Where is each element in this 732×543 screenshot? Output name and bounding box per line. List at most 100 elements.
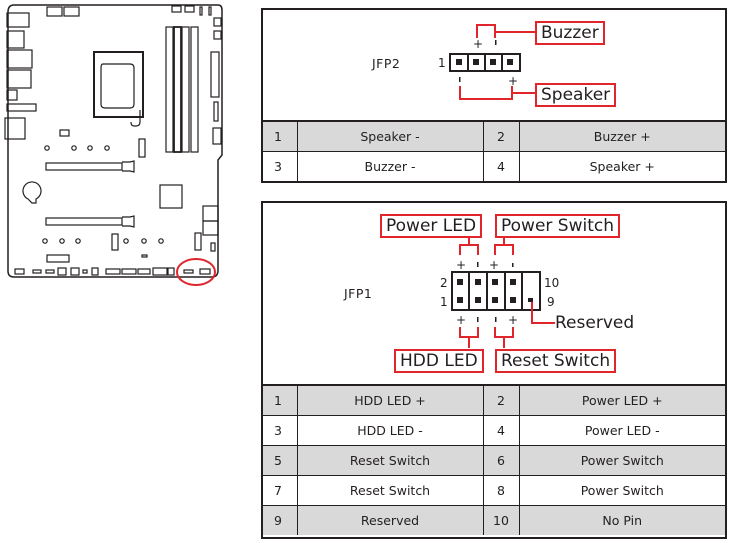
pin-1 xyxy=(456,59,462,65)
reset-switch-plus-sign: + xyxy=(508,313,518,327)
pin-number-cell: 4 xyxy=(482,415,520,446)
jfp2-diagram: JFP2 1 + + Buzzer Speaker xyxy=(263,10,725,122)
header-block xyxy=(46,254,70,263)
signal-name-cell: Buzzer + xyxy=(518,122,725,152)
signal-name-cell: Reserved xyxy=(296,505,484,535)
buzzer-minus-sign xyxy=(495,40,497,45)
pin-9 xyxy=(528,298,533,302)
speaker-leader xyxy=(459,86,536,100)
header-highlight-circle xyxy=(176,258,216,286)
reset-switch-minus-sign xyxy=(495,317,497,322)
table-row: 1 Speaker -2 Buzzer + xyxy=(263,122,725,152)
cmos-battery xyxy=(22,181,42,204)
memory-slots xyxy=(165,26,199,153)
pin-number-cell: 6 xyxy=(482,445,520,476)
pin-number-cell: 1 xyxy=(263,122,298,152)
pin-number-cell: 10 xyxy=(482,505,520,535)
jfp1-panel: JFP1 2 1 10 9 + + + + Power LED Power Sw… xyxy=(261,201,727,539)
right-headers xyxy=(194,205,219,252)
motherboard-diagram xyxy=(4,4,223,286)
hdd-led-leader xyxy=(459,327,479,348)
chip xyxy=(59,129,70,137)
pin-number-cell: 2 xyxy=(482,386,520,416)
pin-number-cell: 7 xyxy=(263,475,298,506)
speaker-callout: Speaker xyxy=(535,83,617,107)
m2-connector xyxy=(138,138,146,158)
power-connector-2 xyxy=(63,6,80,17)
speaker-plus-sign: + xyxy=(508,74,518,88)
power-led-callout: Power LED xyxy=(380,214,483,238)
power-switch-callout: Power Switch xyxy=(495,214,621,238)
table-row: 3 HDD LED -4 Power LED - xyxy=(263,415,725,446)
pin-5 xyxy=(492,297,498,303)
reserved-leader xyxy=(531,302,555,324)
pin-number-cell: 8 xyxy=(482,475,520,506)
power-led-plus-sign: + xyxy=(456,258,466,272)
jfp2-header-mini xyxy=(183,269,194,274)
pin-2 xyxy=(473,59,479,65)
hdd-led-plus-sign: + xyxy=(456,313,466,327)
pin-number-cell: 3 xyxy=(263,151,298,181)
pin-8 xyxy=(510,279,516,285)
pin-3 xyxy=(490,59,496,65)
jfp2-panel: JFP2 1 + + Buzzer Speaker 1 Speaker - 2 … xyxy=(261,8,727,183)
pin-number-cell: 4 xyxy=(482,151,520,181)
signal-name-cell: Reset Switch xyxy=(296,475,484,506)
speaker-minus-sign xyxy=(459,77,461,82)
pcie-slot-2 xyxy=(45,215,135,228)
signal-name-cell: Power LED + xyxy=(518,386,725,416)
table-row: 9 Reserved 10 No Pin xyxy=(263,505,725,535)
pin-number-cell: 2 xyxy=(482,122,520,152)
buzzer-leader xyxy=(476,24,536,38)
jfp2-pin-table: 1 Speaker -2 Buzzer +3 Buzzer -4 Speaker + xyxy=(263,122,725,181)
small-part xyxy=(141,254,148,258)
jfp1-header xyxy=(451,271,541,311)
pin-number-cell: 9 xyxy=(263,505,298,535)
cpu-socket xyxy=(93,51,144,127)
jfp2-pinout: + + xyxy=(449,24,536,100)
table-row: 3 Buzzer -4 Speaker + xyxy=(263,151,725,181)
signal-name-cell: Power Switch xyxy=(518,475,725,506)
buzzer-callout: Buzzer xyxy=(535,21,605,45)
rear-io-ports xyxy=(4,12,37,140)
jfp1-pin-table: 1 HDD LED +2 Power LED +3 HDD LED -4 Power L… xyxy=(263,386,725,535)
pin-number-cell: 5 xyxy=(263,445,298,476)
m2-standoffs xyxy=(42,145,164,244)
pin-3 xyxy=(475,297,481,303)
reserved-callout: Reserved xyxy=(555,313,635,333)
signal-name-cell: Buzzer - xyxy=(296,151,484,181)
pin-number-cell: 3 xyxy=(263,415,298,446)
signal-name-cell: Reset Switch xyxy=(296,445,484,476)
pin-2 xyxy=(457,279,463,285)
power-switch-leader xyxy=(494,235,514,255)
jfp1-header-mini xyxy=(199,268,211,275)
signal-name-cell: Power LED - xyxy=(518,415,725,446)
signal-name-cell: Speaker + xyxy=(518,151,725,181)
chipset xyxy=(159,184,183,209)
power-switch-plus-sign: + xyxy=(489,258,499,272)
jfp1-diagram: JFP1 2 1 10 9 + + + + Power LED Power Sw… xyxy=(263,203,725,386)
power-connector xyxy=(46,6,63,17)
hdd-led-minus-sign xyxy=(477,317,479,322)
m2-connector-2 xyxy=(111,233,119,251)
table-row: 5 Reset Switch 6 Power Switch xyxy=(263,445,725,476)
signal-name-cell: No Pin xyxy=(518,505,725,535)
table-row: 1 HDD LED +2 Power LED + xyxy=(263,386,725,416)
reset-switch-callout: Reset Switch xyxy=(495,349,617,373)
pin-7 xyxy=(510,297,516,303)
bottom-headers xyxy=(14,267,211,276)
signal-name-cell: HDD LED - xyxy=(296,415,484,446)
reset-switch-leader xyxy=(494,327,514,348)
pin-6 xyxy=(492,279,498,285)
power-led-leader xyxy=(459,235,479,255)
buzzer-plus-sign: + xyxy=(473,37,483,51)
board-outline xyxy=(7,4,223,278)
signal-name-cell: Power Switch xyxy=(518,445,725,476)
hdd-led-callout: HDD LED xyxy=(394,349,484,373)
power-switch-minus-sign xyxy=(512,263,514,267)
power-led-minus-sign xyxy=(477,262,479,267)
pin-number-cell: 1 xyxy=(263,386,298,416)
table-row: 7 Reset Switch 8 Power Switch xyxy=(263,475,725,506)
signal-name-cell: Speaker - xyxy=(296,122,484,152)
pin-4 xyxy=(475,279,481,285)
